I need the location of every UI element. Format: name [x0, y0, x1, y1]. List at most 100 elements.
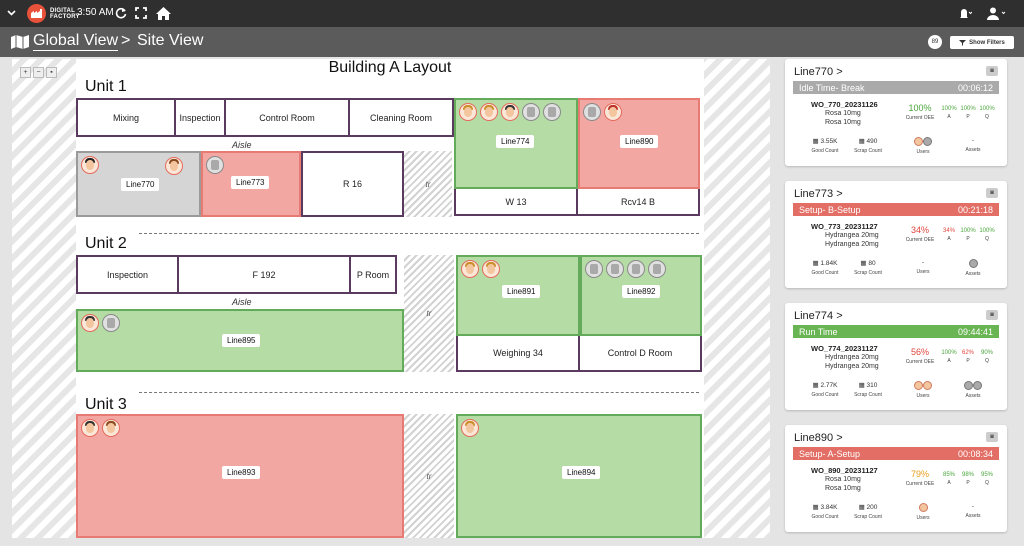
card-title[interactable]: Line773 >	[794, 188, 843, 200]
line-status-panel[interactable]: Line770 > ◙ Idle Time- Break 00:06:12 WO_…	[782, 59, 1012, 546]
count-badge[interactable]: 89	[928, 35, 942, 49]
chevron-down-icon[interactable]	[6, 8, 16, 18]
line-card[interactable]: Line890 > ◙ Setup- A-Setup 00:08:34 WO_89…	[785, 425, 1007, 532]
room-cleaning-room[interactable]: Cleaning Room	[348, 98, 454, 137]
line-label: Line774	[496, 135, 535, 148]
oee-label: Current OEE	[905, 481, 935, 487]
line-893[interactable]: Line893	[76, 414, 404, 538]
q-value: 95%	[980, 472, 993, 478]
assets: -	[971, 137, 975, 144]
logo-line2: FACTORY	[50, 13, 80, 20]
building-layout: Building A Layout Unit 1 Unit 2 Unit 3 M…	[76, 59, 704, 538]
room-weighing-34[interactable]: Weighing 34	[456, 334, 580, 372]
room-inspection[interactable]: Inspection	[174, 98, 226, 137]
avatar	[81, 419, 99, 437]
state-bar: Setup- B-Setup 00:21:18	[793, 203, 999, 216]
avatar	[604, 103, 622, 121]
show-filters-button[interactable]: Show Filters	[950, 36, 1014, 49]
state-bar: Idle Time- Break 00:06:12	[793, 81, 999, 94]
avatar	[461, 419, 479, 437]
line-891[interactable]: Line891	[456, 255, 580, 336]
a-value: 85%	[942, 472, 955, 478]
line-892[interactable]: Line892	[580, 255, 702, 336]
room-w13[interactable]: W 13	[454, 187, 578, 216]
zoom-in-icon[interactable]: +	[20, 67, 31, 78]
state-bar: Setup- A-Setup 00:08:34	[793, 447, 999, 460]
zoom-out-icon[interactable]: −	[33, 67, 44, 78]
layout-canvas[interactable]: + − ▪ Building A Layout Unit 1 Unit 2 Un…	[12, 59, 770, 538]
aisle-label: Aisle	[232, 297, 252, 307]
unit-3-label: Unit 3	[85, 396, 127, 413]
oee-label: Current OEE	[905, 237, 935, 243]
users	[903, 503, 943, 512]
q-value: 100%	[979, 106, 995, 112]
assets	[953, 259, 993, 268]
save-icon[interactable]: ▪	[46, 67, 57, 78]
unit-1-label: Unit 1	[85, 78, 127, 95]
camera-icon[interactable]: ◙	[986, 310, 998, 320]
hatch-area: tr	[404, 151, 452, 217]
avatar	[482, 260, 500, 278]
line-894[interactable]: Line894	[456, 414, 702, 538]
oee-value: 34%	[910, 225, 929, 235]
expand-icon[interactable]	[134, 6, 148, 20]
line-label: Line894	[562, 466, 601, 479]
good-count: ▦ 3.55K	[812, 138, 838, 145]
good-count: ▦ 3.84K	[812, 504, 838, 511]
camera-icon[interactable]: ◙	[986, 432, 998, 442]
p-value: 98%	[961, 472, 974, 478]
hatch-area: tr	[404, 414, 454, 538]
user-icon[interactable]	[986, 6, 1008, 20]
breadcrumb-global-view[interactable]: Global View	[33, 32, 119, 51]
room-f192[interactable]: F 192	[177, 255, 351, 294]
layout-title: Building A Layout	[328, 59, 452, 76]
card-title[interactable]: Line770 >	[794, 66, 843, 78]
users	[903, 137, 943, 146]
q-value: 100%	[979, 228, 995, 234]
line-770[interactable]: Line770	[76, 151, 201, 217]
a-value: 100%	[941, 350, 957, 356]
users	[903, 381, 943, 390]
line-label: Line773	[231, 176, 270, 189]
product: Hydrangea 20mg	[825, 232, 879, 239]
room-rcv14b[interactable]: Rcv14 B	[576, 187, 700, 216]
bell-icon[interactable]	[955, 6, 973, 20]
camera-icon[interactable]: ◙	[986, 66, 998, 76]
oee-label: Current OEE	[905, 359, 935, 365]
line-895[interactable]: Line895	[76, 309, 404, 372]
home-icon[interactable]	[155, 5, 171, 21]
room-inspection-2[interactable]: Inspection	[76, 255, 179, 294]
work-order: WO_774_20231127	[811, 344, 878, 353]
p-value: 62%	[961, 350, 974, 356]
avatar	[480, 103, 498, 121]
card-title[interactable]: Line774 >	[794, 310, 843, 322]
unit-divider	[139, 392, 699, 393]
line-890[interactable]: Line890	[578, 98, 700, 189]
line-774[interactable]: Line774	[454, 98, 578, 189]
line-card[interactable]: Line773 > ◙ Setup- B-Setup 00:21:18 WO_77…	[785, 181, 1007, 288]
line-card[interactable]: Line770 > ◙ Idle Time- Break 00:06:12 WO_…	[785, 59, 1007, 166]
room-mixing[interactable]: Mixing	[76, 98, 176, 137]
card-title[interactable]: Line890 >	[794, 432, 843, 444]
product: Hydrangea 20mg	[825, 354, 879, 361]
line-773[interactable]: Line773	[201, 151, 301, 217]
avatar	[543, 103, 561, 121]
room-r16[interactable]: R 16	[301, 151, 404, 217]
avatar	[606, 260, 624, 278]
a-value: 100%	[941, 106, 957, 112]
p-value: 100%	[960, 106, 976, 112]
line-label: Line891	[502, 285, 541, 298]
oee-value: 56%	[910, 347, 929, 357]
avatar	[627, 260, 645, 278]
product: Hydrangea 20mg	[825, 241, 879, 248]
refresh-icon[interactable]	[114, 6, 128, 20]
q-value: 90%	[980, 350, 993, 356]
line-card[interactable]: Line774 > ◙ Run Time 09:44:41 WO_774_2023…	[785, 303, 1007, 410]
room-control-room[interactable]: Control Room	[224, 98, 350, 137]
room-control-d-room[interactable]: Control D Room	[578, 334, 702, 372]
oee-label: Current OEE	[905, 115, 935, 121]
camera-icon[interactable]: ◙	[986, 188, 998, 198]
breadcrumb-site-view: Site View	[137, 32, 204, 49]
work-order: WO_773_20231127	[811, 222, 878, 231]
room-p-room[interactable]: P Room	[349, 255, 397, 294]
